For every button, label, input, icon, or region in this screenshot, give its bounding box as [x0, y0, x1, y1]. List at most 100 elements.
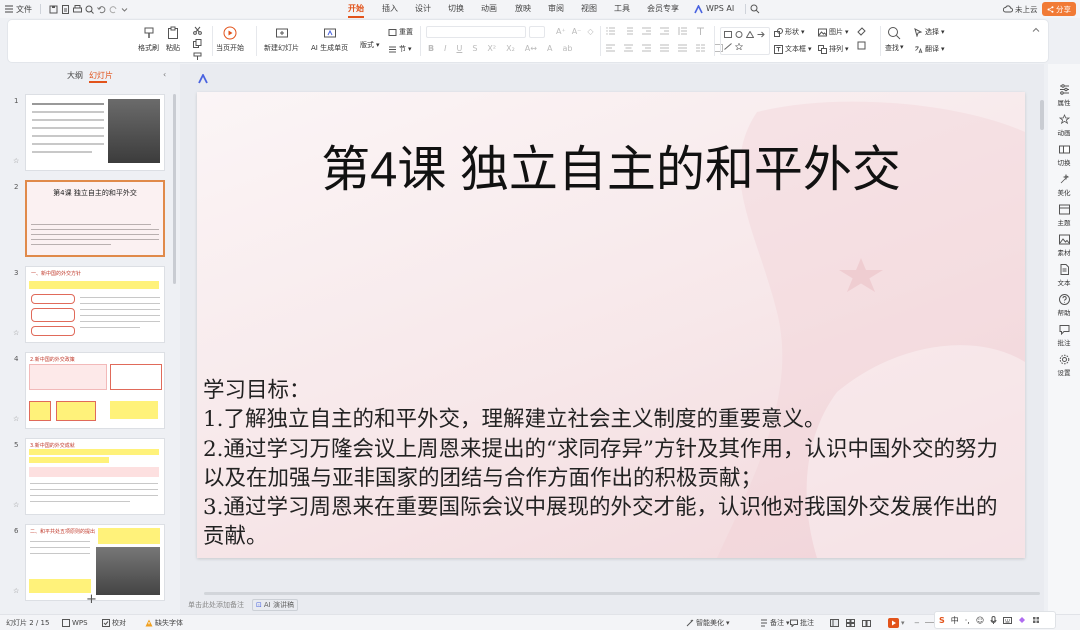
indent-decrease-icon[interactable] [642, 27, 651, 35]
rectangle-shape-icon[interactable] [724, 31, 732, 40]
tab-outline[interactable]: 大纲 [67, 70, 83, 81]
canvas-vertical-scrollbar[interactable] [1040, 100, 1044, 130]
text-direction-icon[interactable] [696, 27, 705, 35]
circle-shape-icon[interactable] [735, 31, 743, 40]
slide-thumbnail-4[interactable]: 2.新中国的外交政策 [25, 352, 165, 429]
wps-ai-float-icon[interactable] [198, 74, 208, 84]
bullets-icon[interactable] [606, 27, 615, 35]
star-icon[interactable]: ☆ [13, 157, 19, 165]
columns-icon[interactable] [696, 44, 705, 52]
star-icon[interactable]: ☆ [13, 415, 19, 423]
sidebar-item-properties[interactable]: 属性 [1048, 84, 1080, 107]
clear-format-icon[interactable]: ◇ [587, 27, 593, 36]
tab-home[interactable]: 开始 [348, 0, 364, 18]
cloud-status[interactable]: 未上云 [1003, 0, 1038, 18]
shape-dropdown[interactable]: 形状 ▾ [774, 27, 805, 37]
normal-view-icon[interactable] [830, 619, 839, 627]
tab-animation[interactable]: 动画 [481, 0, 497, 18]
add-slide-button[interactable]: + [86, 592, 97, 607]
select-dropdown[interactable]: 选择 ▾ [914, 27, 945, 37]
star-icon[interactable]: ☆ [13, 501, 19, 509]
collapse-ribbon-icon[interactable] [1032, 26, 1040, 34]
slide-thumbnail-6[interactable]: 二、和平共处五项原则的提出 [25, 524, 165, 601]
slide-body-text[interactable]: 学习目标： 1.了解独立自主的和平外交，理解建立社会主义制度的重要意义。 2.通… [203, 376, 1015, 552]
tab-insert[interactable]: 插入 [382, 0, 398, 18]
subscript-icon[interactable]: X₂ [506, 44, 515, 53]
reading-view-icon[interactable] [862, 619, 871, 627]
slide-thumbnail-2[interactable]: 第4课 独立自主的和平外交 [25, 180, 165, 257]
star-icon[interactable]: ☆ [13, 587, 19, 595]
share-button[interactable]: 分享 [1042, 2, 1076, 16]
ai-speech-notes-button[interactable]: ⊡ AI 演讲稿 [252, 599, 298, 611]
tab-member[interactable]: 会员专享 [647, 0, 679, 18]
export-pdf-icon[interactable] [61, 4, 70, 14]
more-chevron-icon[interactable] [121, 6, 128, 13]
thumbnail-scrollbar[interactable] [173, 94, 176, 284]
notes-toggle[interactable]: 备注 ▾ [760, 615, 790, 630]
sidebar-item-assets[interactable]: 素材 [1048, 234, 1080, 257]
italic-icon[interactable]: I [444, 44, 446, 53]
star-icon[interactable]: ☆ [13, 329, 19, 337]
redo-icon[interactable] [109, 5, 118, 14]
tab-transition[interactable]: 切换 [448, 0, 464, 18]
star-shape-icon[interactable] [735, 42, 743, 52]
sidebar-item-text[interactable]: 文本 [1048, 264, 1080, 287]
zoom-out-button[interactable]: − [914, 615, 920, 630]
sidebar-item-transition[interactable]: 切换 [1048, 144, 1080, 167]
sidebar-item-help[interactable]: 帮助 [1048, 294, 1080, 317]
slide-title[interactable]: 第4课 独立自主的和平外交 [197, 130, 1025, 201]
cut-icon[interactable] [193, 26, 202, 35]
font-size-select[interactable] [529, 26, 545, 38]
slideshow-dropdown[interactable]: ▾ [901, 615, 905, 630]
skin-icon[interactable] [1018, 616, 1026, 624]
align-right-icon[interactable] [642, 44, 651, 52]
microphone-icon[interactable] [990, 616, 997, 624]
textbox-dropdown[interactable]: 文本框 ▾ [774, 44, 812, 54]
distribute-icon[interactable] [678, 44, 687, 52]
collapse-panel-icon[interactable]: ‹ [163, 70, 166, 79]
tab-slides[interactable]: 幻灯片 [89, 70, 113, 81]
save-icon[interactable] [49, 5, 58, 14]
preview-icon[interactable] [85, 5, 94, 14]
search-icon[interactable] [750, 4, 760, 14]
slideshow-button[interactable] [888, 618, 899, 628]
chinese-mode-icon[interactable]: 中 [951, 615, 959, 626]
tab-slideshow[interactable]: 放映 [515, 0, 531, 18]
slide-thumbnail-1[interactable] [25, 94, 165, 171]
tab-design[interactable]: 设计 [415, 0, 431, 18]
canvas-horizontal-scrollbar[interactable] [204, 592, 1040, 595]
justify-icon[interactable] [660, 44, 669, 52]
bold-icon[interactable]: B [428, 44, 434, 53]
grid-view-icon[interactable] [846, 619, 855, 627]
font-family-select[interactable] [426, 26, 526, 38]
tab-review[interactable]: 审阅 [548, 0, 564, 18]
format-brush-icon[interactable] [193, 52, 202, 61]
arrow-shape-icon[interactable] [757, 31, 765, 40]
print-icon[interactable] [73, 4, 82, 14]
outline-icon[interactable] [857, 41, 866, 50]
new-slide-button[interactable]: 新建幻灯片 [264, 26, 299, 53]
proofread-button[interactable]: 校对 [102, 615, 126, 630]
reset-button[interactable]: 重置 [388, 27, 413, 37]
punctuation-icon[interactable]: ·, [965, 616, 970, 625]
align-left-icon[interactable] [606, 44, 615, 52]
slide-thumbnail-5[interactable]: 3.新中国的外交成就 [25, 438, 165, 515]
numbering-icon[interactable] [624, 27, 633, 35]
sidebar-item-animation[interactable]: 动画 [1048, 114, 1080, 137]
strikethrough-icon[interactable]: S [472, 44, 477, 53]
missing-font-warning[interactable]: 缺失字体 [145, 615, 183, 630]
find-button[interactable]: 查找 ▾ [885, 26, 904, 53]
format-painter-button[interactable]: 格式刷 [138, 26, 159, 53]
tab-wps-ai[interactable]: WPS AI [694, 0, 734, 18]
shape-gallery[interactable] [720, 27, 770, 55]
line-spacing-icon[interactable] [678, 27, 687, 35]
font-color-icon[interactable]: A [547, 44, 552, 53]
section-dropdown[interactable]: 节 ▾ [388, 44, 412, 54]
line-shape-icon[interactable] [724, 42, 732, 52]
char-spacing-icon[interactable]: A↔ [525, 44, 537, 53]
comments-toggle[interactable]: 批注 [790, 615, 814, 630]
sidebar-item-beautify[interactable]: 美化 [1048, 174, 1080, 197]
emoji-icon[interactable]: ☺ [976, 616, 984, 625]
keyboard-icon[interactable] [1003, 616, 1013, 624]
paste-button[interactable]: 粘贴 [166, 26, 180, 53]
